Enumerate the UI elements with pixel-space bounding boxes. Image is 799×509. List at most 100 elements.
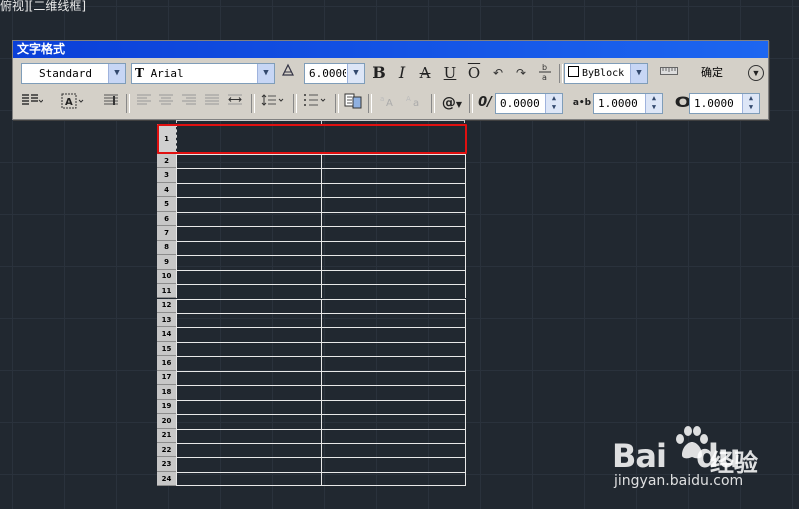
- table-row[interactable]: 2: [156, 154, 466, 169]
- row-number[interactable]: 24: [157, 471, 176, 487]
- row-number[interactable]: 15: [157, 341, 176, 357]
- row-number[interactable]: 4: [157, 182, 176, 198]
- table-row[interactable]: 18: [156, 385, 466, 400]
- table-cell[interactable]: [321, 385, 466, 400]
- table-cell[interactable]: [176, 284, 321, 299]
- row-number[interactable]: 2: [157, 154, 176, 169]
- row-number[interactable]: 23: [157, 457, 176, 472]
- table-row[interactable]: 12: [156, 298, 466, 313]
- table-cell[interactable]: [321, 182, 466, 198]
- table-row[interactable]: 16: [156, 356, 466, 371]
- row-number[interactable]: 19: [157, 399, 176, 415]
- table-cell[interactable]: [176, 341, 321, 357]
- align-left-icon[interactable]: [134, 93, 154, 113]
- table-cell[interactable]: [176, 269, 321, 285]
- spinner-icon[interactable]: ▲ ▼: [742, 94, 759, 113]
- table-row[interactable]: 10: [156, 269, 466, 285]
- row-number[interactable]: 14: [157, 327, 176, 342]
- row-number[interactable]: 17: [157, 370, 176, 386]
- spinner-icon[interactable]: ▲ ▼: [645, 94, 662, 113]
- table-row[interactable]: 22: [156, 443, 466, 458]
- width-factor-input[interactable]: 1.0000 ▲ ▼: [689, 93, 760, 114]
- table-row[interactable]: 6: [156, 211, 466, 227]
- table-cell[interactable]: [321, 399, 466, 415]
- table-cell[interactable]: [321, 327, 466, 342]
- table-cell[interactable]: [321, 428, 466, 443]
- justification-icon[interactable]: A: [59, 93, 87, 113]
- table-cell[interactable]: [321, 298, 466, 313]
- table-cell[interactable]: [321, 471, 466, 487]
- row-number[interactable]: 21: [157, 428, 176, 443]
- stack-icon[interactable]: ba: [535, 63, 555, 83]
- ruler-icon[interactable]: [659, 63, 679, 83]
- justify-icon[interactable]: [202, 93, 222, 113]
- row-number[interactable]: 6: [157, 211, 176, 227]
- table-cell[interactable]: [176, 240, 321, 256]
- toolbar-title[interactable]: 文字格式: [13, 41, 768, 58]
- table-cell[interactable]: [176, 327, 321, 342]
- uppercase-icon[interactable]: aA: [378, 93, 398, 113]
- table-cell[interactable]: [321, 269, 466, 285]
- lowercase-icon[interactable]: Aa: [404, 93, 424, 113]
- table-row[interactable]: 8: [156, 240, 466, 256]
- text-height-select[interactable]: 6.0000 ▼: [304, 63, 365, 84]
- chevron-down-icon[interactable]: ▼: [257, 64, 274, 83]
- table-cell[interactable]: [176, 443, 321, 458]
- table-cell[interactable]: [321, 443, 466, 458]
- row-number[interactable]: 20: [157, 414, 176, 429]
- table-cell[interactable]: [176, 414, 321, 429]
- chevron-down-icon[interactable]: ▼: [347, 64, 364, 83]
- table-row[interactable]: 23: [156, 457, 466, 472]
- table-cell[interactable]: [176, 168, 321, 183]
- row-number[interactable]: 12: [157, 298, 176, 313]
- row-number[interactable]: 22: [157, 443, 176, 458]
- symbol-button[interactable]: @▼: [439, 93, 465, 113]
- table-cell[interactable]: [321, 226, 466, 241]
- table-cell[interactable]: [176, 154, 321, 169]
- table-cell[interactable]: [176, 312, 321, 328]
- table-cell[interactable]: [176, 370, 321, 386]
- table-cell[interactable]: [176, 457, 321, 472]
- distribute-icon[interactable]: [225, 93, 245, 113]
- table-row[interactable]: 14: [156, 327, 466, 342]
- row-number[interactable]: 3: [157, 168, 176, 183]
- table-cell[interactable]: [176, 211, 321, 227]
- strikethrough-button[interactable]: A: [415, 63, 435, 83]
- overline-button[interactable]: O: [464, 63, 484, 83]
- table-cell[interactable]: [176, 471, 321, 487]
- row-number[interactable]: 16: [157, 356, 176, 371]
- redo-icon[interactable]: ↷: [511, 63, 531, 83]
- chevron-down-icon[interactable]: ▼: [108, 64, 125, 83]
- italic-button[interactable]: I: [392, 63, 412, 83]
- insert-field-icon[interactable]: [343, 93, 363, 113]
- table-cell[interactable]: [321, 356, 466, 371]
- table-row[interactable]: 20: [156, 414, 466, 429]
- row-number[interactable]: 10: [157, 269, 176, 285]
- row-number[interactable]: 18: [157, 385, 176, 400]
- table-cell[interactable]: [321, 284, 466, 299]
- table-row[interactable]: 19: [156, 399, 466, 415]
- align-right-icon[interactable]: [179, 93, 199, 113]
- table-cell[interactable]: [321, 240, 466, 256]
- table-cell[interactable]: [321, 255, 466, 270]
- table-cell[interactable]: [321, 457, 466, 472]
- table-cell[interactable]: [176, 255, 321, 270]
- table-cell[interactable]: [176, 182, 321, 198]
- table-cell[interactable]: [321, 168, 466, 183]
- row-number[interactable]: 9: [157, 255, 176, 270]
- table-row[interactable]: 5: [156, 197, 466, 212]
- spinner-icon[interactable]: ▲ ▼: [545, 94, 562, 113]
- table-cell[interactable]: [321, 312, 466, 328]
- bold-button[interactable]: B: [369, 63, 389, 83]
- undo-icon[interactable]: ↶: [488, 63, 508, 83]
- table-row[interactable]: 17: [156, 370, 466, 386]
- tracking-input[interactable]: 1.0000 ▲ ▼: [593, 93, 663, 114]
- row-number[interactable]: 7: [157, 226, 176, 241]
- align-center-icon[interactable]: [156, 93, 176, 113]
- options-icon[interactable]: ▼: [748, 65, 764, 81]
- ok-button[interactable]: 确定: [697, 64, 727, 82]
- numbering-icon[interactable]: [301, 93, 329, 113]
- table-cell[interactable]: [176, 399, 321, 415]
- row-number[interactable]: 13: [157, 312, 176, 328]
- table-row[interactable]: 9: [156, 255, 466, 270]
